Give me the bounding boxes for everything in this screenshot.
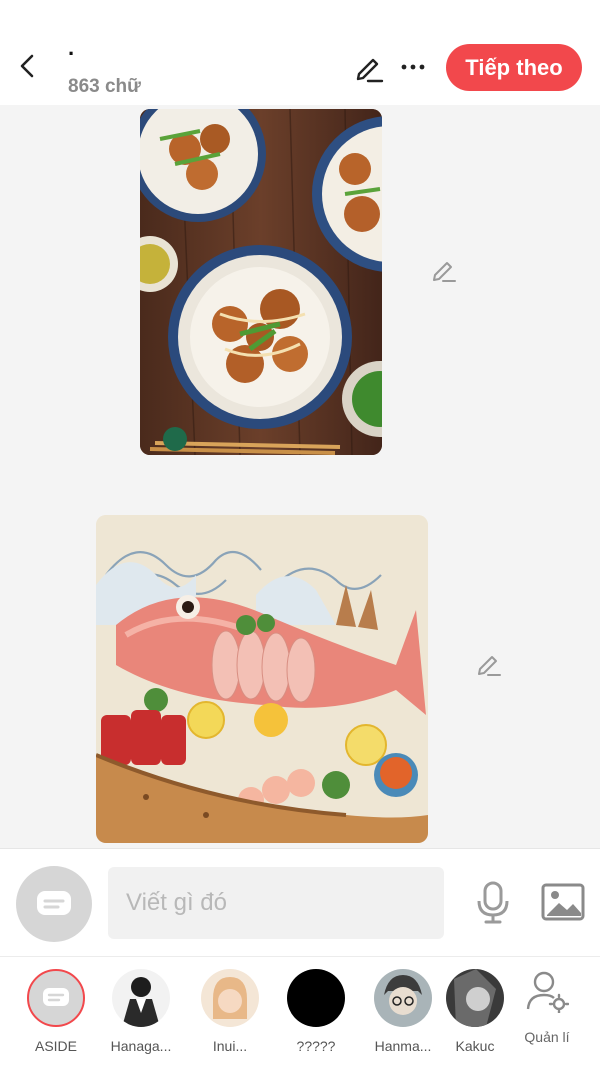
next-button[interactable]: Tiếp theo (446, 44, 582, 91)
rice-bowls-illustration (140, 109, 382, 455)
story-title: · (68, 41, 76, 66)
character-label: Kakuc (455, 1038, 495, 1054)
user-settings-icon (526, 971, 570, 1015)
more-options-button[interactable] (398, 52, 428, 82)
chat-bubble-icon (43, 988, 69, 1006)
microphone-icon (477, 881, 509, 924)
character-unknown[interactable]: ????? (276, 969, 356, 1054)
pencil-icon (478, 656, 501, 676)
sashimi-illustration (96, 515, 428, 843)
character-inui[interactable]: Inui... (190, 969, 270, 1054)
pencil-icon (433, 262, 456, 282)
avatar (201, 969, 259, 1027)
character-label: ASIDE (34, 1038, 77, 1054)
character-label: Inui... (212, 1038, 248, 1054)
edit-image-button[interactable] (475, 650, 503, 678)
editor-content[interactable] (0, 105, 600, 848)
character-label: Hanaga... (110, 1038, 172, 1054)
manage-characters-button[interactable]: Quản lí (516, 969, 578, 1045)
pencil-icon (356, 58, 384, 83)
word-count: 863 chữ (68, 76, 141, 97)
character-hanma[interactable]: Hanma... (363, 969, 443, 1054)
edit-title-button[interactable] (353, 52, 385, 84)
food-image-sashimi-boat[interactable] (96, 515, 428, 843)
chevron-left-icon (20, 54, 34, 78)
edit-image-button[interactable] (430, 256, 458, 284)
avatar (446, 969, 504, 1027)
insert-image-button[interactable] (541, 883, 585, 921)
back-button[interactable] (10, 48, 44, 84)
avatar (112, 969, 170, 1027)
message-input[interactable] (108, 867, 444, 939)
character-label: ????? (296, 1038, 336, 1054)
character-label: Hanma... (374, 1038, 432, 1054)
food-image-rice-bowls[interactable] (140, 109, 382, 455)
voice-input-button[interactable] (474, 881, 512, 925)
character-aside[interactable]: ASIDE (16, 969, 96, 1054)
aside-mode-button[interactable] (16, 866, 92, 942)
top-bar: · 863 chữ Tiếp theo (0, 0, 600, 105)
chat-bubble-icon (37, 891, 71, 915)
character-kakucho[interactable]: Kakuc (440, 969, 510, 1054)
character-hanagaki[interactable]: Hanaga... (101, 969, 181, 1054)
aside-avatar (27, 969, 85, 1027)
image-icon (541, 883, 585, 921)
more-icon (401, 64, 425, 70)
avatar (287, 969, 345, 1027)
avatar (374, 969, 432, 1027)
manage-label: Quản lí (524, 1029, 570, 1045)
composer-bar (0, 848, 600, 956)
character-bar: ASIDE Hanaga... Inui... ????? Hanma... K… (0, 956, 600, 1067)
